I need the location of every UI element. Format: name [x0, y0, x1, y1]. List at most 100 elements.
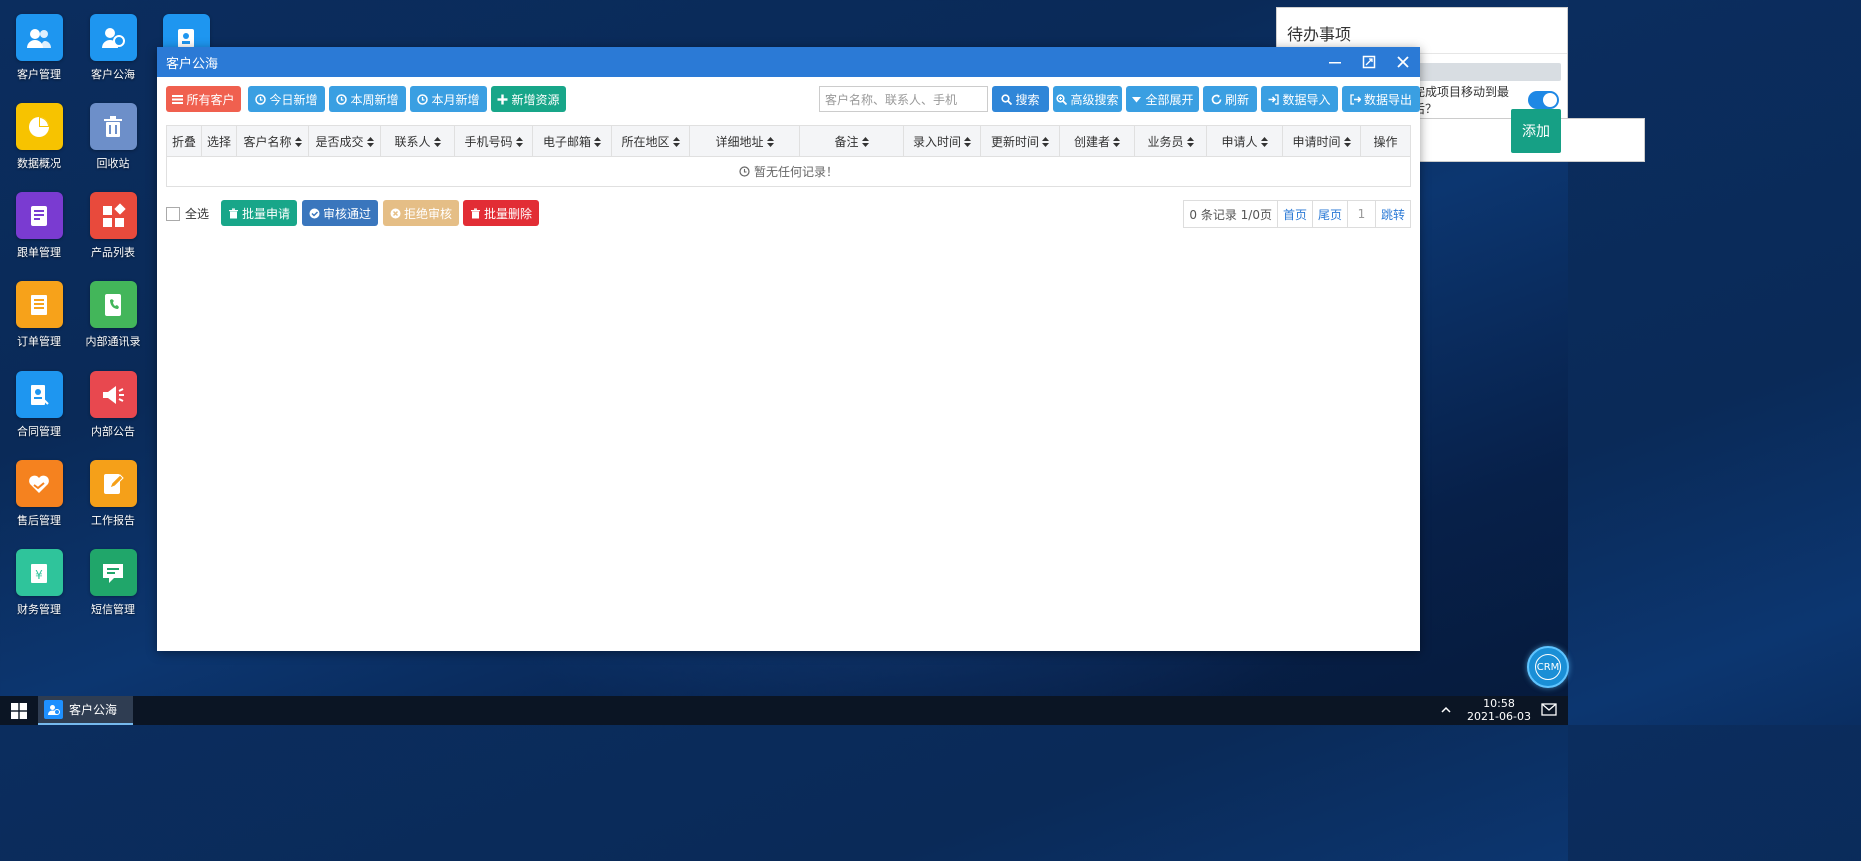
column-header[interactable]: 手机号码	[455, 126, 533, 157]
export-button[interactable]: 数据导出	[1342, 86, 1420, 112]
search-button[interactable]: 搜索	[992, 86, 1049, 112]
desktop-icon-follow-up[interactable]: 跟单管理	[3, 192, 75, 260]
clock-date: 2021-06-03	[1467, 710, 1531, 723]
column-header: 选择	[202, 126, 237, 157]
today-new-button[interactable]: 今日新增	[248, 86, 325, 112]
maximize-button[interactable]	[1352, 47, 1386, 77]
x-circle-icon	[390, 208, 401, 218]
clock-icon	[336, 93, 348, 105]
desktop-icon-after-sales[interactable]: 售后管理	[3, 460, 75, 528]
refresh-button[interactable]: 刷新	[1203, 86, 1257, 112]
desktop-icon-announcement[interactable]: 内部公告	[77, 371, 149, 439]
desktop-icon-contracts[interactable]: 合同管理	[3, 371, 75, 439]
desktop-icon-label: 合同管理	[17, 425, 61, 438]
move-completed-toggle[interactable]	[1528, 91, 1559, 109]
column-label: 所在地区	[621, 135, 670, 149]
sign-out-icon	[1350, 93, 1361, 105]
desktop-icon-product-list[interactable]: 产品列表	[77, 192, 149, 260]
last-page-link[interactable]: 尾页	[1313, 201, 1348, 227]
column-label: 创建者	[1073, 135, 1110, 149]
todo-add-button[interactable]: 添加	[1511, 109, 1561, 153]
column-label: 申请时间	[1292, 135, 1341, 149]
all-customers-button[interactable]: 所有客户	[166, 86, 241, 112]
batch-delete-button[interactable]: 批量删除	[463, 200, 539, 226]
window-titlebar[interactable]: 客户公海	[157, 47, 1420, 77]
page-number-input[interactable]: 1	[1348, 201, 1376, 227]
reject-label: 拒绝审核	[403, 206, 452, 221]
checkbox-box[interactable]	[166, 206, 180, 221]
desktop-icon-label: 售后管理	[17, 514, 61, 527]
desktop-icon-customer-pool[interactable]: 客户公海	[77, 14, 149, 82]
column-header[interactable]: 是否成交	[309, 126, 381, 157]
column-header[interactable]: 所在地区	[612, 126, 690, 157]
column-header[interactable]: 录入时间	[904, 126, 981, 157]
desktop-icon-finance[interactable]: ¥ 财务管理	[3, 549, 75, 617]
select-all-checkbox[interactable]: 全选	[166, 205, 209, 222]
sort-icon	[766, 136, 774, 147]
column-header[interactable]: 备注	[800, 126, 904, 157]
desktop-icon-customer-management[interactable]: 客户管理	[3, 14, 75, 82]
desktop-icon-address-book[interactable]: 内部通讯录	[77, 281, 149, 349]
column-label: 电子邮箱	[542, 135, 591, 149]
sort-icon	[366, 136, 374, 147]
column-header[interactable]: 创建者	[1060, 126, 1135, 157]
desktop-icon-label: 短信管理	[91, 603, 135, 616]
week-new-label: 本周新增	[350, 92, 399, 107]
jump-link[interactable]: 跳转	[1376, 201, 1410, 227]
column-header[interactable]: 申请时间	[1283, 126, 1361, 157]
select-all-label: 全选	[185, 207, 210, 221]
sort-icon	[1343, 136, 1351, 147]
today-new-label: 今日新增	[269, 92, 318, 107]
minimize-button[interactable]	[1318, 47, 1352, 77]
start-button[interactable]	[0, 696, 38, 725]
grid-shapes-icon	[89, 192, 137, 239]
svg-text:¥: ¥	[35, 568, 43, 582]
column-header[interactable]: 电子邮箱	[533, 126, 612, 157]
approve-button[interactable]: 审核通过	[302, 200, 378, 226]
todo-toggle-label: 完成项目移动到最后？	[1413, 85, 1510, 116]
taskbar-item-customer-pool[interactable]: 客户公海	[38, 696, 133, 725]
reject-button[interactable]: 拒绝审核	[383, 200, 459, 226]
toolbar: 所有客户 今日新增 本周新增 本月新增 新增资源 客户名称、联系人、手机 搜索 …	[166, 86, 1420, 112]
column-label: 客户名称	[243, 135, 292, 149]
column-label: 备注	[834, 135, 859, 149]
month-new-button[interactable]: 本月新增	[410, 86, 487, 112]
column-header[interactable]: 业务员	[1135, 126, 1207, 157]
pagination: 0 条记录 1/0页 首页 尾页 1 跳转	[1183, 200, 1411, 228]
trash-icon	[470, 208, 480, 218]
customers-icon	[15, 14, 63, 61]
column-label: 联系人	[394, 135, 431, 149]
column-label: 录入时间	[912, 135, 961, 149]
search-input[interactable]: 客户名称、联系人、手机	[819, 86, 988, 112]
crm-floating-button[interactable]: CRM	[1527, 646, 1569, 688]
desktop-icon-recycle-bin[interactable]: 回收站	[77, 103, 149, 171]
expand-all-button[interactable]: 全部展开	[1126, 86, 1199, 112]
advanced-search-button[interactable]: 高级搜索	[1053, 86, 1122, 112]
sort-icon	[294, 136, 302, 147]
column-header[interactable]: 客户名称	[237, 126, 309, 157]
clock-icon	[417, 93, 429, 105]
desktop-icon-label: 内部公告	[91, 425, 135, 438]
desktop-icon-label: 客户管理	[17, 68, 61, 81]
clock-icon	[739, 166, 750, 177]
advanced-search-label: 高级搜索	[1070, 92, 1119, 107]
sort-icon	[515, 136, 523, 147]
system-clock[interactable]: 10:58 2021-06-03	[1466, 697, 1532, 723]
batch-apply-button[interactable]: 批量申请	[221, 200, 297, 226]
column-header[interactable]: 更新时间	[981, 126, 1060, 157]
add-resource-button[interactable]: 新增资源	[491, 86, 566, 112]
desktop-icon-data-overview[interactable]: 数据概况	[3, 103, 75, 171]
chevron-up-icon[interactable]	[1440, 704, 1452, 716]
first-page-link[interactable]: 首页	[1278, 201, 1313, 227]
minimize-icon	[1329, 62, 1341, 64]
desktop-icon-sms[interactable]: 短信管理	[77, 549, 149, 617]
desktop-icon-orders[interactable]: 订单管理	[3, 281, 75, 349]
week-new-button[interactable]: 本周新增	[329, 86, 406, 112]
column-header[interactable]: 申请人	[1207, 126, 1283, 157]
column-header[interactable]: 详细地址	[690, 126, 800, 157]
close-button[interactable]	[1386, 47, 1420, 77]
desktop-icon-work-report[interactable]: 工作报告	[77, 460, 149, 528]
notification-icon[interactable]	[1541, 703, 1557, 717]
column-header[interactable]: 联系人	[381, 126, 455, 157]
import-button[interactable]: 数据导入	[1261, 86, 1338, 112]
